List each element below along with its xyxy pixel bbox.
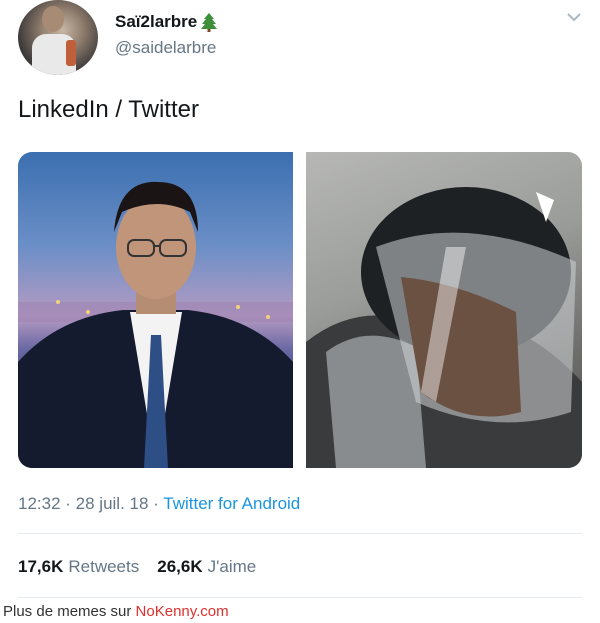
tweet-time[interactable]: 12:32 — [18, 494, 61, 513]
tweet-text: LinkedIn / Twitter — [18, 96, 199, 123]
news-anchor-illustration — [18, 181, 293, 468]
tweet-meta: 12:32 · 28 juil. 18 · Twitter for Androi… — [18, 494, 300, 514]
tweet-source-link[interactable]: Twitter for Android — [163, 494, 300, 513]
tweet-photo-right[interactable] — [306, 152, 582, 468]
retweets-stat[interactable]: 17,6K Retweets — [18, 557, 139, 577]
evergreen-tree-icon — [201, 13, 218, 32]
tweet-stats: 17,6K Retweets 26,6K J'aime — [18, 557, 256, 577]
user-name-row[interactable]: Saï2larbre — [115, 12, 218, 32]
footer-prefix: Plus de memes sur — [3, 603, 136, 620]
divider — [18, 597, 582, 598]
display-name[interactable]: Saï2larbre — [115, 12, 197, 32]
likes-stat[interactable]: 26,6K J'aime — [157, 557, 256, 577]
footer-brand-link[interactable]: NoKenny.com — [136, 603, 229, 620]
divider — [18, 533, 582, 534]
retweets-label: Retweets — [68, 557, 140, 576]
tweet-photo-left[interactable] — [18, 152, 293, 468]
avatar-head — [42, 6, 64, 32]
likes-count: 26,6K — [157, 557, 203, 576]
tweet-date[interactable]: 28 juil. 18 — [76, 494, 149, 513]
avatar-bottle — [66, 40, 76, 66]
retweets-count: 17,6K — [18, 557, 64, 576]
meta-separator: · — [60, 494, 76, 513]
avatar[interactable] — [18, 0, 98, 75]
meta-separator: · — [148, 494, 164, 513]
chevron-down-icon[interactable] — [566, 10, 582, 24]
user-handle[interactable]: @saidelarbre — [115, 38, 216, 58]
likes-label: J'aime — [207, 557, 257, 576]
footer-credit: Plus de memes sur NoKenny.com — [3, 603, 229, 620]
riot-helmet-illustration — [306, 187, 582, 468]
